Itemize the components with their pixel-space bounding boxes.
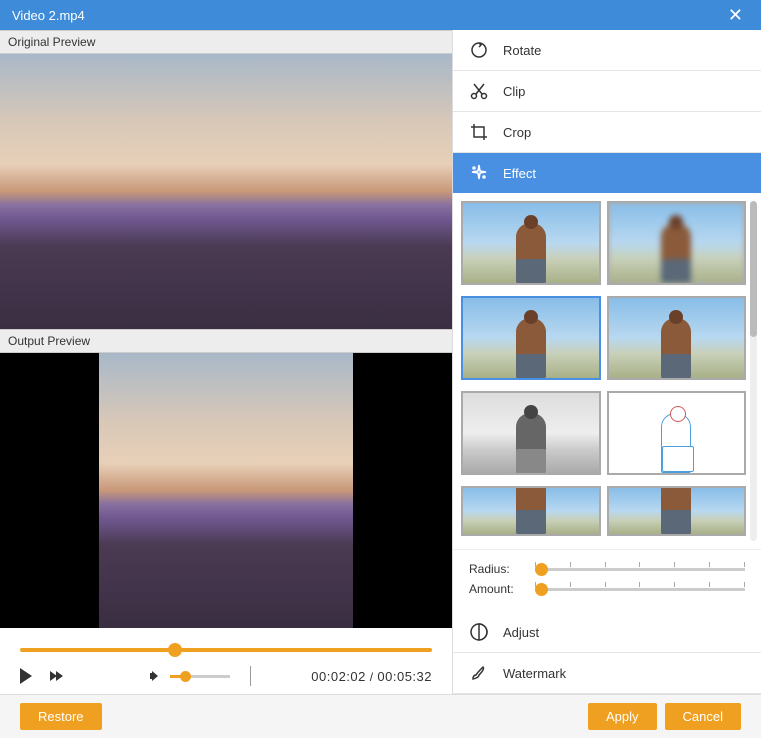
radius-label: Radius: [469,562,525,576]
effect-thumb[interactable] [461,391,601,475]
menu-adjust[interactable]: Adjust [453,612,761,653]
menu-watermark[interactable]: Watermark [453,653,761,694]
volume-icon[interactable] [150,669,164,683]
title-bar: Video 2.mp4 ✕ [0,0,761,30]
rotate-icon [469,40,489,60]
player-controls: 00:02:02 / 00:05:32 [0,628,452,694]
menu-rotate[interactable]: Rotate [453,30,761,71]
seek-slider[interactable] [20,648,432,652]
amount-thumb[interactable] [535,583,548,596]
restore-button[interactable]: Restore [20,703,102,730]
menu-label: Adjust [503,625,539,640]
menu-label: Effect [503,166,536,181]
volume-slider[interactable] [170,675,230,678]
effect-thumb[interactable] [461,201,601,285]
divider [250,666,251,686]
effect-scrollbar[interactable] [750,201,757,541]
seek-thumb[interactable] [168,643,182,657]
scrollbar-handle[interactable] [750,201,757,337]
footer: Restore Apply Cancel [0,694,761,738]
effect-thumbnails [461,201,746,541]
brush-icon [469,663,489,683]
scissors-icon [469,81,489,101]
effect-thumb[interactable] [607,391,747,475]
output-preview-label: Output Preview [0,329,452,353]
sparkle-icon [469,163,489,183]
menu-crop[interactable]: Crop [453,112,761,153]
cancel-button[interactable]: Cancel [665,703,741,730]
menu-label: Clip [503,84,525,99]
main-area: Original Preview Output Preview [0,30,761,694]
fast-forward-icon[interactable] [50,668,66,684]
amount-slider[interactable] [535,588,745,591]
effect-thumb[interactable] [607,201,747,285]
output-preview [0,353,452,628]
time-display: 00:02:02 / 00:05:32 [311,669,432,684]
play-icon[interactable] [20,668,36,684]
window-title: Video 2.mp4 [12,8,85,23]
preview-column: Original Preview Output Preview [0,30,452,694]
menu-effect[interactable]: Effect [453,153,761,193]
tools-column: Rotate Clip Crop Effect [452,30,761,694]
volume-thumb[interactable] [180,671,191,682]
volume-control [150,669,230,683]
menu-label: Rotate [503,43,541,58]
effect-thumb[interactable] [461,296,601,380]
menu-label: Watermark [503,666,566,681]
menu-clip[interactable]: Clip [453,71,761,112]
effect-sliders: Radius: Amount: [453,549,761,612]
effect-thumb[interactable] [461,486,601,536]
crop-icon [469,122,489,142]
original-preview [0,54,452,329]
current-time: 00:02:02 [311,669,366,684]
radius-thumb[interactable] [535,563,548,576]
effect-panel [453,193,761,549]
radius-slider[interactable] [535,568,745,571]
menu-label: Crop [503,125,531,140]
original-preview-label: Original Preview [0,30,452,54]
total-time: 00:05:32 [377,669,432,684]
effect-thumb[interactable] [607,296,747,380]
close-icon[interactable]: ✕ [722,3,749,28]
effect-thumb[interactable] [607,486,747,536]
contrast-icon [469,622,489,642]
amount-label: Amount: [469,582,525,596]
apply-button[interactable]: Apply [588,703,657,730]
